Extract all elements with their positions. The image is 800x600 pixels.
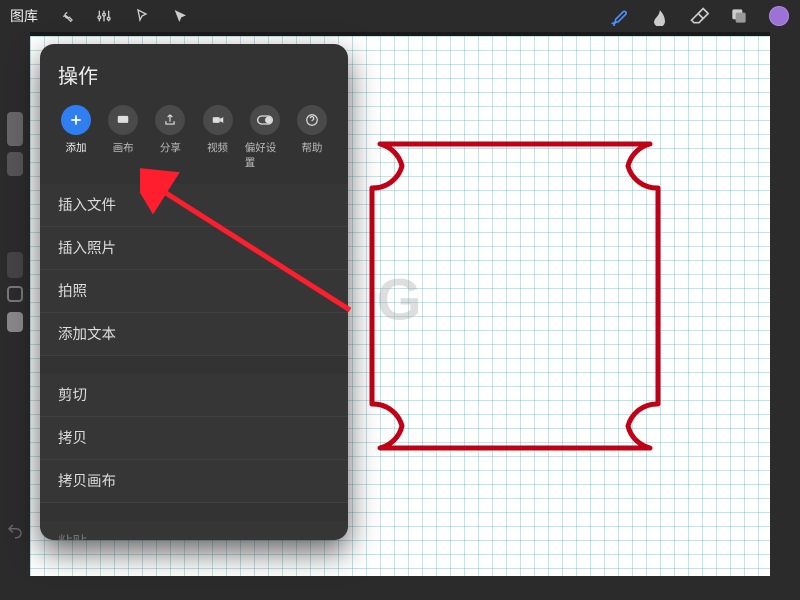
tab-add[interactable]: 添加: [56, 105, 96, 170]
wrench-icon[interactable]: [56, 6, 76, 26]
menu-copy-canvas[interactable]: 拷贝画布: [40, 460, 348, 503]
top-toolbar: 图库: [0, 0, 800, 32]
menu-copy[interactable]: 拷贝: [40, 417, 348, 460]
help-icon: [297, 105, 327, 135]
tab-help[interactable]: 帮助: [292, 105, 332, 170]
prefs-icon: [250, 105, 280, 135]
tab-label: 添加: [66, 140, 87, 155]
tab-canvas[interactable]: 画布: [103, 105, 143, 170]
opacity-slider[interactable]: [7, 252, 23, 278]
panel-tabs: 添加 画布 分享 视频 偏好设置: [40, 101, 348, 180]
layers-icon[interactable]: [728, 5, 750, 27]
eraser-icon[interactable]: [688, 5, 710, 27]
left-sidebar: [0, 32, 30, 600]
menu-insert-file[interactable]: 插入文件: [40, 184, 348, 227]
smudge-icon[interactable]: [648, 5, 670, 27]
menu-cut[interactable]: 剪切: [40, 374, 348, 417]
menu-take-photo[interactable]: 拍照: [40, 270, 348, 313]
menu-paste[interactable]: 粘贴: [40, 521, 348, 540]
right-margin: [770, 32, 800, 600]
brush-size-slider[interactable]: [7, 112, 23, 146]
drawn-frame-shape: [360, 136, 670, 456]
color-swatch[interactable]: [768, 5, 790, 27]
opacity-slider-handle[interactable]: [7, 312, 23, 332]
tab-video[interactable]: 视频: [198, 105, 238, 170]
tab-label: 视频: [207, 140, 228, 155]
cursor-icon[interactable]: [170, 6, 190, 26]
panel-menu: 插入文件 插入照片 拍照 添加文本 剪切 拷贝 拷贝画布 粘贴: [40, 184, 348, 540]
undo-icon[interactable]: [6, 522, 24, 540]
tab-share[interactable]: 分享: [150, 105, 190, 170]
bottom-margin: [0, 576, 800, 600]
actions-panel: 操作 添加 画布 分享 视频: [40, 44, 348, 540]
tab-label: 帮助: [301, 140, 322, 155]
adjust-icon[interactable]: [94, 6, 114, 26]
menu-add-text[interactable]: 添加文本: [40, 313, 348, 356]
brush-icon[interactable]: [608, 5, 630, 27]
panel-title: 操作: [40, 58, 348, 101]
plus-icon: [61, 105, 91, 135]
share-icon: [155, 105, 185, 135]
selection-icon[interactable]: [132, 6, 152, 26]
brush-size-slider-handle[interactable]: [7, 152, 23, 176]
menu-insert-photo[interactable]: 插入照片: [40, 227, 348, 270]
gallery-button[interactable]: 图库: [10, 6, 38, 26]
tab-prefs[interactable]: 偏好设置: [245, 105, 285, 170]
tab-label: 分享: [160, 140, 181, 155]
modifier-button[interactable]: [7, 286, 23, 302]
canvas-icon: [108, 105, 138, 135]
tab-label: 画布: [113, 140, 134, 155]
video-icon: [203, 105, 233, 135]
tab-label: 偏好设置: [245, 140, 285, 170]
